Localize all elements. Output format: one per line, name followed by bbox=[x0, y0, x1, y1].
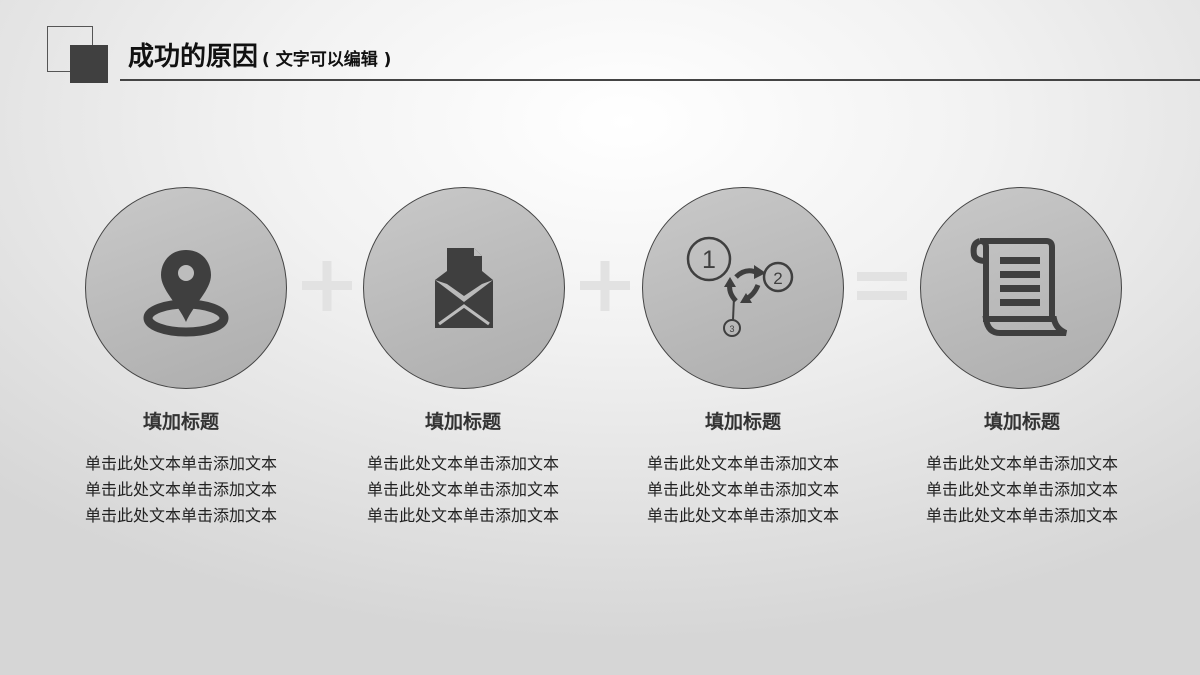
item-heading-3[interactable]: 填加标题 bbox=[623, 407, 863, 434]
header-decor-filled-square bbox=[70, 45, 108, 83]
description-line: 单击此处文本单击添加文本 bbox=[646, 454, 839, 473]
item-description-1[interactable]: 单击此处文本单击添加文本 单击此处文本单击添加文本 单击此处文本单击添加文本 bbox=[61, 451, 301, 529]
title-underline bbox=[120, 79, 1200, 81]
item-description-2[interactable]: 单击此处文本单击添加文本 单击此处文本单击添加文本 单击此处文本单击添加文本 bbox=[343, 451, 583, 529]
description-line: 单击此处文本单击添加文本 bbox=[366, 480, 559, 499]
cycle-number-1: 1 bbox=[702, 246, 716, 274]
page-title-text: 成功的原因 bbox=[128, 42, 259, 72]
description-line: 单击此处文本单击添加文本 bbox=[84, 480, 277, 499]
description-line: 单击此处文本单击添加文本 bbox=[646, 506, 839, 525]
description-line: 单击此处文本单击添加文本 bbox=[925, 454, 1118, 473]
description-line: 单击此处文本单击添加文本 bbox=[366, 454, 559, 473]
description-line: 单击此处文本单击添加文本 bbox=[925, 506, 1118, 525]
description-line: 单击此处文本单击添加文本 bbox=[925, 480, 1118, 499]
description-line: 单击此处文本单击添加文本 bbox=[84, 506, 277, 525]
description-line: 单击此处文本单击添加文本 bbox=[84, 454, 277, 473]
icon-circle-4[interactable] bbox=[920, 187, 1122, 389]
description-line: 单击此处文本单击添加文本 bbox=[366, 506, 559, 525]
item-description-4[interactable]: 单击此处文本单击添加文本 单击此处文本单击添加文本 单击此处文本单击添加文本 bbox=[902, 451, 1142, 529]
icon-circle-3[interactable]: 1 2 3 bbox=[642, 187, 844, 389]
process-cycle-icon: 1 2 3 bbox=[686, 236, 794, 337]
cycle-number-3: 3 bbox=[729, 324, 734, 334]
icon-circle-2[interactable] bbox=[363, 187, 565, 389]
map-pin-icon bbox=[143, 250, 229, 337]
envelope-icon bbox=[435, 248, 493, 328]
plus-icon bbox=[302, 261, 352, 311]
equals-icon bbox=[857, 272, 907, 300]
scroll-document-icon bbox=[970, 238, 1068, 336]
page-title: 成功的原因( 文字可以编辑 ) bbox=[128, 36, 391, 73]
item-heading-4[interactable]: 填加标题 bbox=[902, 407, 1142, 434]
icon-circle-1[interactable] bbox=[85, 187, 287, 389]
page-subtitle: ( 文字可以编辑 ) bbox=[262, 50, 392, 70]
description-line: 单击此处文本单击添加文本 bbox=[646, 480, 839, 499]
item-description-3[interactable]: 单击此处文本单击添加文本 单击此处文本单击添加文本 单击此处文本单击添加文本 bbox=[623, 451, 863, 529]
plus-icon bbox=[580, 261, 630, 311]
item-heading-2[interactable]: 填加标题 bbox=[343, 407, 583, 434]
cycle-number-2: 2 bbox=[773, 269, 782, 288]
item-heading-1[interactable]: 填加标题 bbox=[61, 407, 301, 434]
